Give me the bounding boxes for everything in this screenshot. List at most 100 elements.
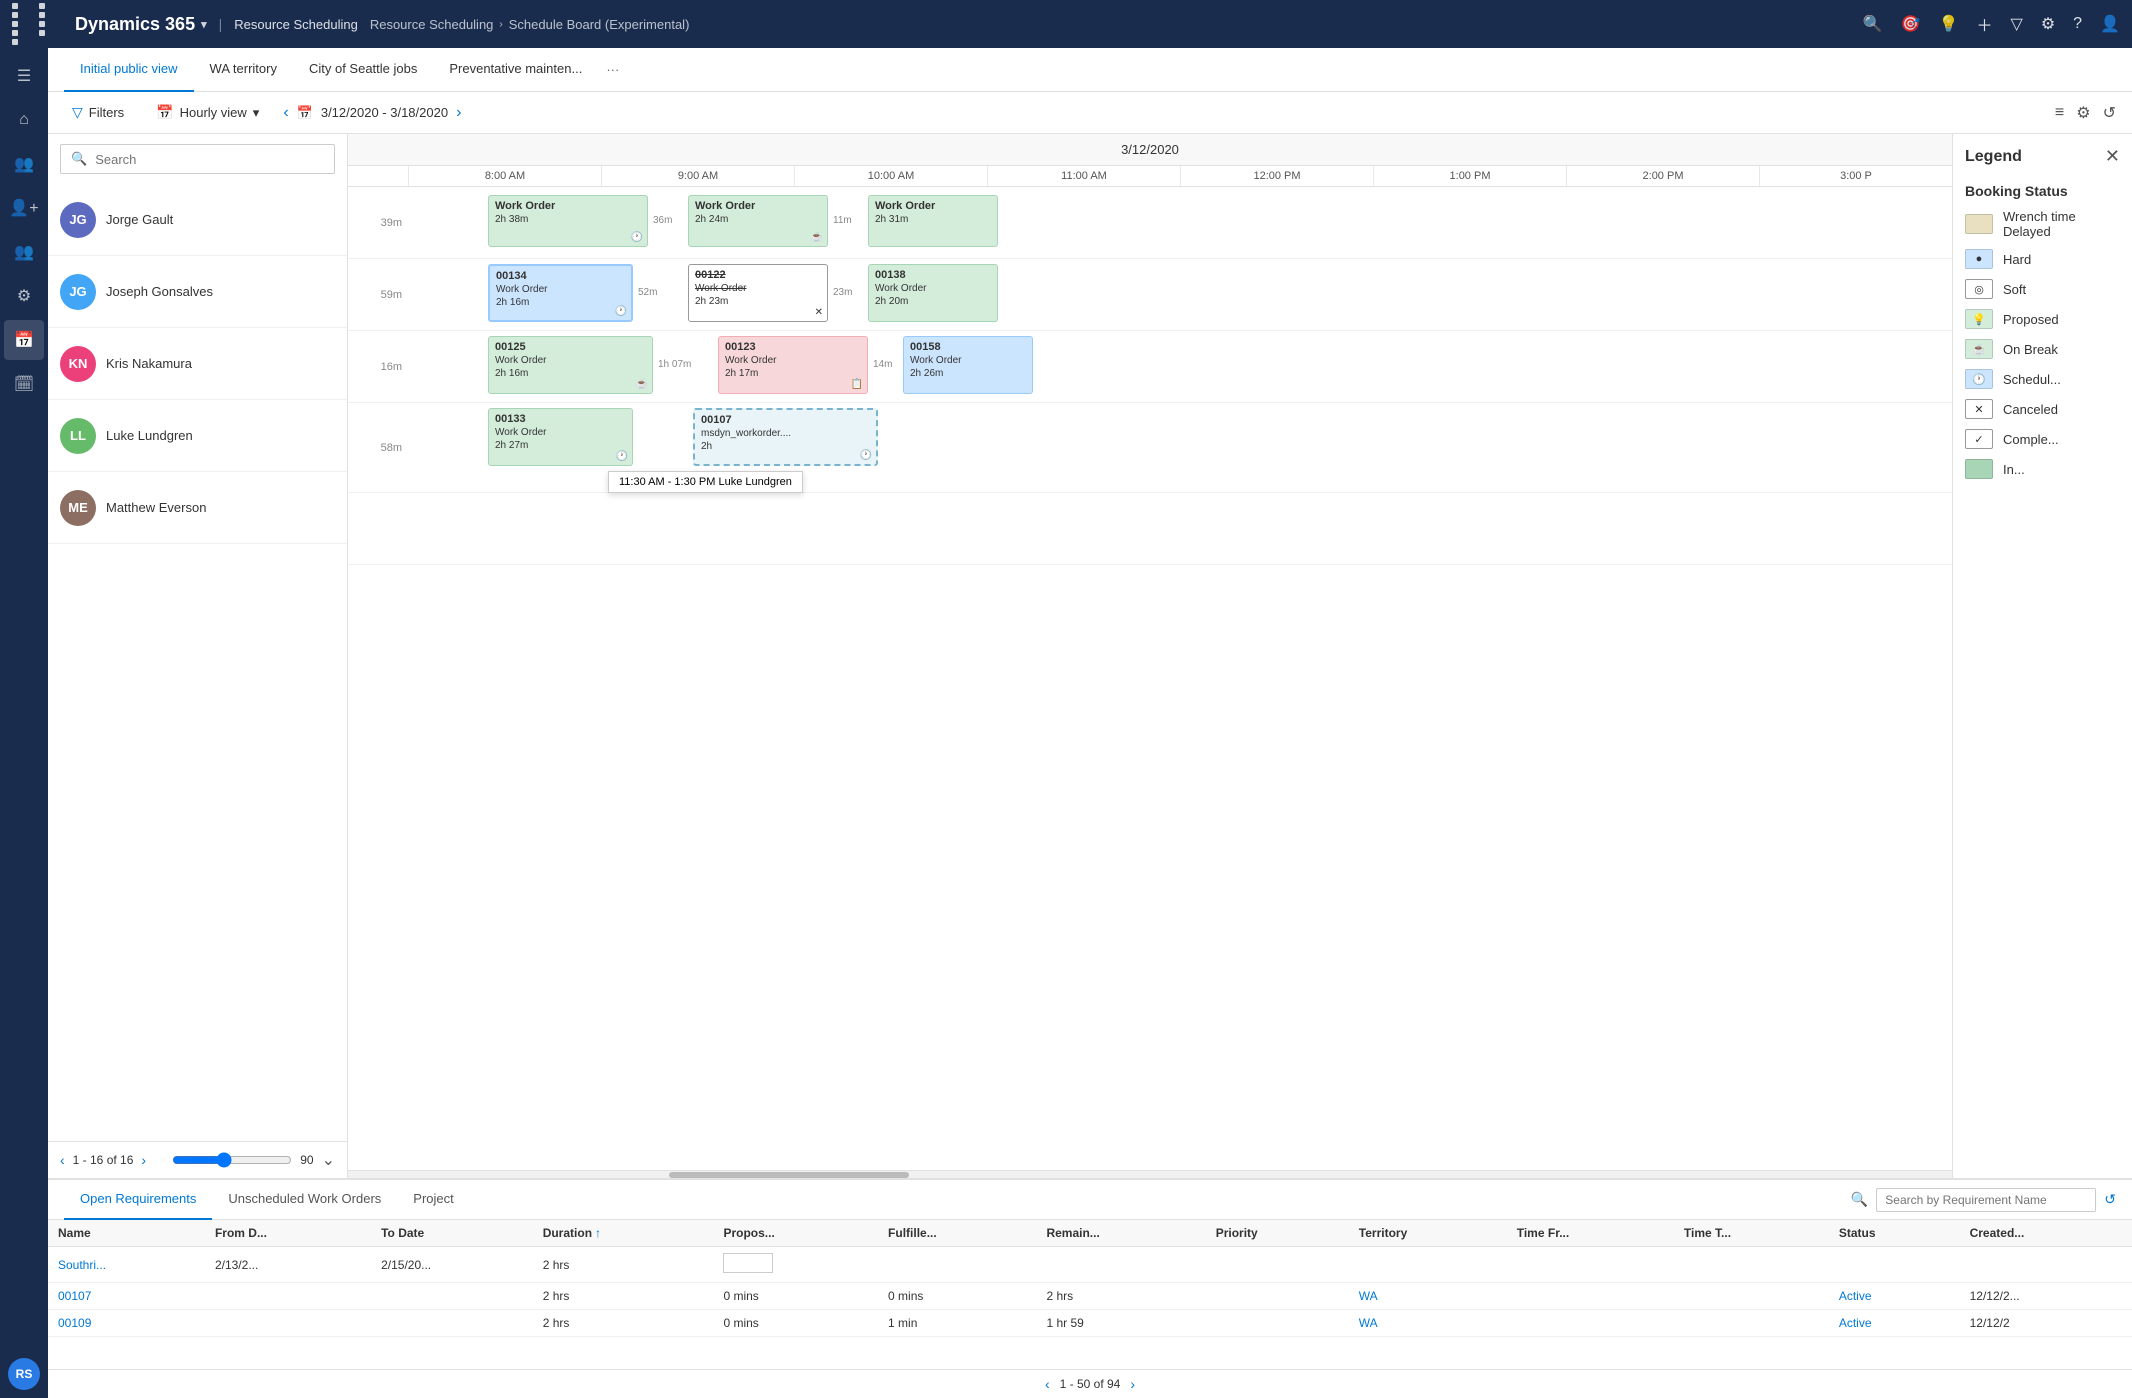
- sidebar-home-icon[interactable]: ⌂: [4, 100, 44, 140]
- horizontal-scrollbar[interactable]: [348, 1170, 1952, 1178]
- user-icon[interactable]: 👤: [2100, 14, 2120, 34]
- panel-toggle[interactable]: ⌄: [322, 1150, 335, 1170]
- sidebar-group-icon[interactable]: 👥: [4, 232, 44, 272]
- view-selector[interactable]: 📅 Hourly view ▾: [148, 100, 267, 125]
- row-link[interactable]: 00107: [58, 1289, 91, 1303]
- booking-block[interactable]: 00134 Work Order 2h 16m 🕐: [488, 264, 633, 322]
- lower-tab-project[interactable]: Project: [397, 1180, 469, 1220]
- cell-status: Active: [1829, 1310, 1960, 1337]
- status-link[interactable]: Active: [1839, 1316, 1872, 1330]
- territory-link[interactable]: WA: [1359, 1316, 1378, 1330]
- help-icon[interactable]: ?: [2073, 15, 2082, 33]
- booking-block[interactable]: Work Order 2h 31m: [868, 195, 998, 247]
- lower-pag-next[interactable]: ›: [1130, 1376, 1135, 1392]
- legend-label: Wrench time Delayed: [2003, 209, 2120, 239]
- block-duration: 2h 23m: [695, 295, 821, 308]
- sidebar-person-settings-icon[interactable]: ⚙: [4, 276, 44, 316]
- lower-tab-unscheduled[interactable]: Unscheduled Work Orders: [212, 1180, 397, 1220]
- tab-initial-public-view[interactable]: Initial public view: [64, 48, 194, 92]
- lightbulb-icon[interactable]: 💡: [1939, 14, 1959, 34]
- sidebar-calendar-icon[interactable]: 📅: [4, 320, 44, 360]
- resource-row[interactable]: JG Jorge Gault: [48, 184, 347, 256]
- resource-name: Luke Lundgren: [106, 428, 193, 443]
- tab-preventative[interactable]: Preventative mainten...: [433, 48, 598, 92]
- lower-search-area: 🔍 ↺: [1851, 1188, 2116, 1212]
- row-spacer: 59m: [348, 259, 408, 330]
- cell-duration: 2 hrs: [533, 1283, 714, 1310]
- settings-btn-icon[interactable]: ⚙: [2076, 103, 2090, 123]
- brand-dropdown[interactable]: ▾: [201, 18, 207, 31]
- zoom-slider[interactable]: [172, 1152, 292, 1168]
- lower-tab-open-requirements[interactable]: Open Requirements: [64, 1180, 212, 1220]
- booking-block[interactable]: 00158 Work Order 2h 26m: [903, 336, 1033, 394]
- sidebar-menu-icon[interactable]: ☰: [4, 56, 44, 96]
- col-duration[interactable]: Duration↑: [533, 1220, 714, 1247]
- legend-item-scheduled: 🕐 Schedul...: [1965, 369, 2120, 389]
- scrollbar-thumb[interactable]: [669, 1172, 910, 1178]
- travel-time-2: 11m: [833, 215, 852, 226]
- resource-row[interactable]: ME Matthew Everson: [48, 472, 347, 544]
- legend-swatch: [1965, 459, 1993, 479]
- lower-refresh-button[interactable]: ↺: [2104, 1191, 2116, 1208]
- legend-swatch: 🕐: [1965, 369, 1993, 389]
- content-area: Initial public view WA territory City of…: [48, 48, 2132, 1398]
- legend-swatch: ☕: [1965, 339, 1993, 359]
- legend-close-button[interactable]: ✕: [2105, 146, 2120, 167]
- block-duration: 2h 16m: [496, 296, 625, 309]
- lower-search-input[interactable]: [1876, 1188, 2096, 1212]
- empty-cell: [723, 1253, 773, 1273]
- row-link[interactable]: Southri...: [58, 1258, 106, 1272]
- user-avatar[interactable]: RS: [8, 1358, 40, 1390]
- resource-row[interactable]: LL Luke Lundgren: [48, 400, 347, 472]
- lower-pag-prev[interactable]: ‹: [1045, 1376, 1050, 1392]
- booking-block[interactable]: 00133 Work Order 2h 27m 🕐: [488, 408, 633, 466]
- status-link[interactable]: Active: [1839, 1289, 1872, 1303]
- date-prev-btn[interactable]: ‹: [283, 104, 288, 122]
- sidebar-people-icon[interactable]: 👥: [4, 144, 44, 184]
- list-view-icon[interactable]: ≡: [2055, 104, 2064, 122]
- tab-wa-territory[interactable]: WA territory: [194, 48, 293, 92]
- booking-block[interactable]: Work Order 2h 38m 🕐: [488, 195, 648, 247]
- avatar: JG: [60, 202, 96, 238]
- app-grid-icon[interactable]: [12, 3, 63, 45]
- booking-block[interactable]: Work Order 2h 24m ☕: [688, 195, 828, 247]
- sidebar-calendar-alt-icon[interactable]: 🗓: [4, 364, 44, 404]
- resource-row[interactable]: KN Kris Nakamura: [48, 328, 347, 400]
- pagination-next[interactable]: ›: [141, 1152, 146, 1168]
- booking-block[interactable]: 00125 Work Order 2h 16m ☕: [488, 336, 653, 394]
- row-link[interactable]: 00109: [58, 1316, 91, 1330]
- block-duration: 2h 26m: [910, 367, 1026, 380]
- plus-icon[interactable]: ＋: [1977, 12, 1993, 36]
- tabs-more[interactable]: ···: [598, 62, 627, 77]
- resource-search-box[interactable]: 🔍: [60, 144, 335, 174]
- territory-link[interactable]: WA: [1359, 1289, 1378, 1303]
- settings-icon[interactable]: ⚙: [2041, 14, 2055, 34]
- target-icon[interactable]: 🎯: [1901, 14, 1921, 34]
- pagination-prev[interactable]: ‹: [60, 1152, 65, 1168]
- filters-button[interactable]: ▽ Filters: [64, 100, 132, 125]
- search-input[interactable]: [95, 152, 324, 167]
- booking-block[interactable]: 00138 Work Order 2h 20m: [868, 264, 998, 322]
- block-icon: 🕐: [860, 449, 872, 462]
- filter-icon[interactable]: ▽: [2011, 14, 2023, 34]
- booking-block-dotted[interactable]: 00107 msdyn_workorder.... 2h 🕐: [693, 408, 878, 466]
- tab-city-seattle[interactable]: City of Seattle jobs: [293, 48, 433, 92]
- refresh-icon[interactable]: ↺: [2103, 103, 2116, 123]
- breadcrumb-item-1[interactable]: Resource Scheduling: [370, 17, 494, 32]
- sidebar-person-add-icon[interactable]: 👤+: [4, 188, 44, 228]
- cell-territory: [1349, 1247, 1507, 1283]
- booking-block[interactable]: 00122 Work Order 2h 23m ✕: [688, 264, 828, 322]
- block-title: 00133: [495, 412, 626, 426]
- time-slot-12pm: 12:00 PM: [1180, 166, 1373, 186]
- search-icon: 🔍: [71, 151, 87, 167]
- date-next-btn[interactable]: ›: [456, 104, 461, 122]
- resource-row[interactable]: JG Joseph Gonsalves: [48, 256, 347, 328]
- booking-block[interactable]: 00123 Work Order 2h 17m 📋: [718, 336, 868, 394]
- cell-fulfilled: [878, 1247, 1036, 1283]
- col-remaining: Remain...: [1036, 1220, 1205, 1247]
- lower-search-icon[interactable]: 🔍: [1851, 1191, 1868, 1208]
- cell-duration: 2 hrs: [533, 1247, 714, 1283]
- calendar-btn-icon: 📅: [156, 104, 173, 121]
- search-icon[interactable]: 🔍: [1863, 14, 1883, 34]
- block-title: Work Order: [495, 199, 641, 213]
